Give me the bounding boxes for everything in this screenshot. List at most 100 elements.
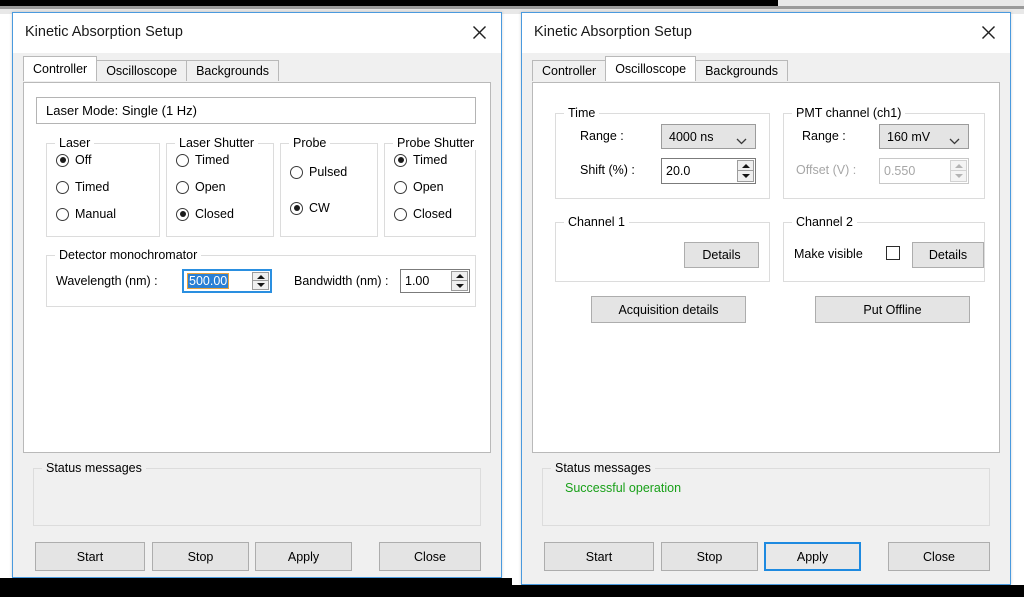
radio-label: CW bbox=[309, 201, 330, 215]
radio-label: Manual bbox=[75, 207, 116, 221]
close-icon[interactable] bbox=[966, 13, 1010, 51]
group-detector-monochromator: Detector monochromator Wavelength (nm) :… bbox=[46, 248, 476, 307]
radio-indicator bbox=[394, 153, 407, 167]
pmt-range-value: 160 mV bbox=[887, 129, 931, 144]
bandwidth-stepper[interactable] bbox=[451, 271, 468, 291]
radio-label: Timed bbox=[413, 153, 448, 167]
start-button[interactable]: Start bbox=[544, 542, 654, 571]
tabpanel-oscilloscope: Time Range : 4000 ns Shift (%) : 20.0 PM… bbox=[532, 82, 1000, 453]
group-detector-monochromator-label: Detector monochromator bbox=[55, 248, 202, 262]
status-messages-label: Status messages bbox=[42, 461, 146, 475]
time-range-select[interactable]: 4000 ns bbox=[661, 124, 756, 149]
backdrop-strip-dark-bottom-right bbox=[512, 585, 1024, 597]
group-time: Time Range : 4000 ns Shift (%) : 20.0 bbox=[555, 106, 770, 199]
pmt-offset-stepper bbox=[950, 160, 967, 182]
stop-button[interactable]: Stop bbox=[152, 542, 249, 571]
radio-label: Open bbox=[195, 180, 226, 194]
radio-laser-shutter-closed[interactable]: Closed bbox=[176, 207, 234, 221]
radio-indicator bbox=[290, 201, 303, 215]
radio-probe-shutter-timed[interactable]: Timed bbox=[394, 153, 447, 167]
stop-button[interactable]: Stop bbox=[661, 542, 758, 571]
chevron-down-icon bbox=[736, 134, 747, 148]
radio-label: Pulsed bbox=[309, 165, 348, 179]
triangle-up-icon[interactable] bbox=[252, 272, 269, 281]
status-messages-label: Status messages bbox=[551, 461, 655, 475]
dialog-oscilloscope: Kinetic Absorption Setup Controller Osci… bbox=[521, 12, 1011, 585]
pmt-offset-value: 0.550 bbox=[884, 164, 916, 178]
backdrop-strip-dark-bottom-left bbox=[0, 578, 512, 597]
radio-indicator bbox=[176, 180, 189, 194]
status-message-text: Successful operation bbox=[565, 481, 682, 495]
channel-2-details-button[interactable]: Details bbox=[912, 242, 984, 268]
bandwidth-label: Bandwidth (nm) : bbox=[294, 274, 389, 288]
pmt-offset-label: Offset (V) : bbox=[796, 163, 857, 177]
radio-laser-shutter-timed[interactable]: Timed bbox=[176, 153, 229, 167]
radio-probe-shutter-closed[interactable]: Closed bbox=[394, 207, 452, 221]
radio-probe-cw[interactable]: CW bbox=[290, 201, 330, 215]
radio-indicator bbox=[56, 180, 69, 194]
group-laser: Laser Off Timed Manual bbox=[46, 136, 160, 237]
time-range-label: Range : bbox=[580, 129, 624, 143]
triangle-down-icon[interactable] bbox=[737, 171, 754, 182]
tab-controller[interactable]: Controller bbox=[532, 60, 607, 81]
make-visible-checkbox[interactable] bbox=[886, 246, 900, 260]
screen-root: Kinetic Absorption Setup Controller Osci… bbox=[0, 0, 1024, 597]
make-visible-label: Make visible bbox=[794, 247, 863, 261]
tabstrip-right: Controller Oscilloscope Backgrounds bbox=[532, 56, 789, 81]
radio-probe-shutter-open[interactable]: Open bbox=[394, 180, 444, 194]
radio-probe-pulsed[interactable]: Pulsed bbox=[290, 165, 347, 179]
radio-label: Off bbox=[75, 153, 92, 167]
channel-1-details-button[interactable]: Details bbox=[684, 242, 759, 268]
group-laser-shutter: Laser Shutter Timed Open Closed bbox=[166, 136, 274, 237]
radio-indicator bbox=[394, 180, 407, 194]
group-laser-shutter-label: Laser Shutter bbox=[175, 136, 259, 150]
radio-laser-manual[interactable]: Manual bbox=[56, 207, 116, 221]
apply-button[interactable]: Apply bbox=[764, 542, 861, 571]
backdrop-gap bbox=[502, 14, 521, 578]
tabpanel-controller: Laser Mode: Single (1 Hz) Laser Off Time… bbox=[23, 82, 491, 453]
window-title: Kinetic Absorption Setup bbox=[534, 24, 692, 40]
laser-mode-banner: Laser Mode: Single (1 Hz) bbox=[36, 97, 476, 124]
acquisition-details-button[interactable]: Acquisition details bbox=[591, 296, 746, 323]
tab-oscilloscope[interactable]: Oscilloscope bbox=[605, 56, 697, 81]
radio-label: Closed bbox=[413, 207, 452, 221]
wavelength-input[interactable]: 500.00 bbox=[182, 269, 272, 293]
close-button[interactable]: Close bbox=[888, 542, 990, 571]
pmt-range-select[interactable]: 160 mV bbox=[879, 124, 969, 149]
group-probe-shutter: Probe Shutter Timed Open Closed bbox=[384, 136, 479, 237]
radio-label: Open bbox=[413, 180, 444, 194]
triangle-down-icon[interactable] bbox=[252, 281, 269, 290]
triangle-down-icon bbox=[950, 171, 967, 182]
bandwidth-value: 1.00 bbox=[405, 274, 430, 288]
bandwidth-input[interactable]: 1.00 bbox=[400, 269, 470, 293]
radio-indicator bbox=[176, 153, 189, 167]
close-button[interactable]: Close bbox=[379, 542, 481, 571]
radio-laser-shutter-open[interactable]: Open bbox=[176, 180, 226, 194]
put-offline-button[interactable]: Put Offline bbox=[815, 296, 970, 323]
group-channel-2-label: Channel 2 bbox=[792, 215, 857, 229]
triangle-up-icon[interactable] bbox=[451, 271, 468, 281]
time-range-value: 4000 ns bbox=[669, 129, 714, 144]
wavelength-stepper[interactable] bbox=[252, 272, 269, 290]
start-button[interactable]: Start bbox=[35, 542, 145, 571]
time-shift-stepper[interactable] bbox=[737, 160, 754, 182]
wavelength-value: 500.00 bbox=[186, 273, 230, 289]
tab-controller[interactable]: Controller bbox=[23, 56, 98, 81]
apply-button[interactable]: Apply bbox=[255, 542, 352, 571]
radio-laser-off[interactable]: Off bbox=[56, 153, 91, 167]
tab-oscilloscope[interactable]: Oscilloscope bbox=[96, 60, 188, 81]
titlebar-right: Kinetic Absorption Setup bbox=[522, 13, 1010, 53]
triangle-down-icon[interactable] bbox=[451, 281, 468, 291]
radio-label: Timed bbox=[195, 153, 230, 167]
close-icon[interactable] bbox=[457, 13, 501, 51]
group-probe-label: Probe bbox=[289, 136, 331, 150]
group-probe-shutter-label: Probe Shutter bbox=[393, 136, 479, 150]
radio-laser-timed[interactable]: Timed bbox=[56, 180, 109, 194]
radio-label: Timed bbox=[75, 180, 110, 194]
tab-backgrounds[interactable]: Backgrounds bbox=[695, 60, 789, 81]
wavelength-label: Wavelength (nm) : bbox=[56, 274, 158, 288]
time-shift-value: 20.0 bbox=[666, 164, 691, 178]
triangle-up-icon[interactable] bbox=[737, 160, 754, 171]
tab-backgrounds[interactable]: Backgrounds bbox=[186, 60, 280, 81]
time-shift-input[interactable]: 20.0 bbox=[661, 158, 756, 184]
